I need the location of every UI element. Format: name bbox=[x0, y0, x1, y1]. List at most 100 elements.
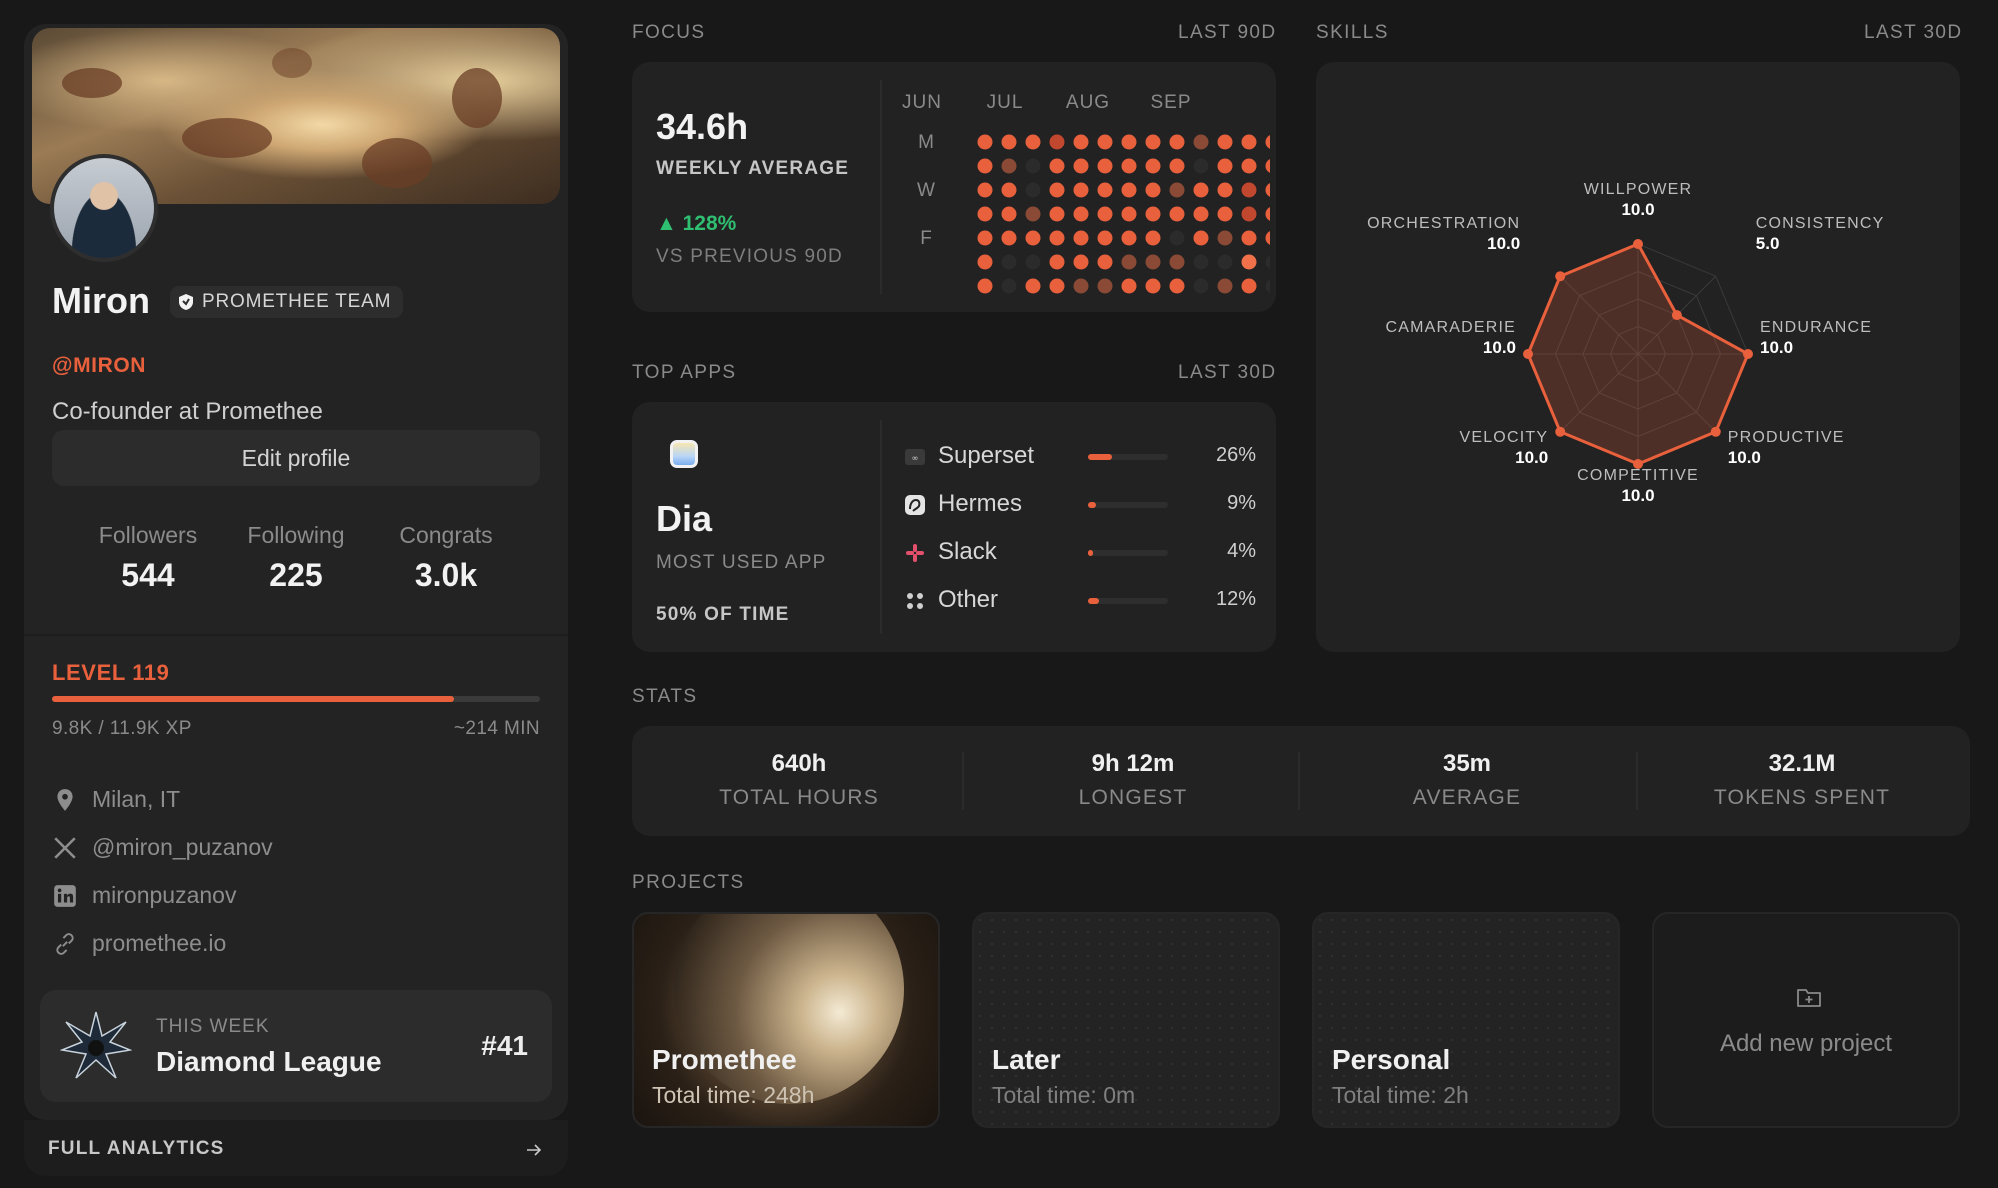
stat-value: 544 bbox=[121, 557, 175, 593]
website-link[interactable]: promethee.io bbox=[92, 930, 226, 957]
focus-range[interactable]: LAST 90D bbox=[1178, 22, 1277, 44]
skills-radar-chart: WILLPOWER 10.0 CONSISTENCY 5.0 ENDURANCE 10.0… bbox=[1367, 181, 1885, 505]
add-project-label: Add new project bbox=[1719, 1030, 1893, 1057]
xp-progress-bar bbox=[52, 696, 540, 702]
followers-stat[interactable]: Followers 544 bbox=[68, 522, 228, 594]
heatmap-month-label: JUN bbox=[902, 92, 942, 113]
heatmap-cell bbox=[977, 134, 993, 150]
heatmap-cell bbox=[1049, 278, 1065, 294]
stats-section-title: STATS bbox=[632, 686, 698, 707]
radar-axis-value: 10.0 bbox=[1483, 338, 1516, 357]
arrow-right-icon bbox=[527, 1144, 542, 1156]
app-usage-fill bbox=[1088, 550, 1093, 556]
heatmap-cell bbox=[1265, 231, 1270, 245]
skills-range[interactable]: LAST 30D bbox=[1864, 22, 1963, 44]
x-link-row[interactable]: @miron_puzanov bbox=[52, 834, 273, 861]
edit-profile-button[interactable]: Edit profile bbox=[52, 430, 540, 486]
full-analytics-link[interactable]: FULL ANALYTICS bbox=[24, 1120, 568, 1176]
project-card-promethee[interactable]: Promethee Total time: 248h bbox=[632, 912, 940, 1128]
congrats-stat[interactable]: Congrats 3.0k bbox=[366, 522, 526, 594]
app-name: Hermes bbox=[938, 490, 1023, 517]
heatmap-cell bbox=[1001, 182, 1017, 198]
skills-section-title: SKILLS bbox=[1316, 22, 1389, 43]
radar-axis-label: COMPETITIVE bbox=[1577, 467, 1699, 484]
top-apps-range[interactable]: LAST 30D bbox=[1178, 362, 1277, 384]
heatmap-cell bbox=[1241, 182, 1257, 198]
heatmap-cell bbox=[1217, 134, 1233, 150]
heatmap-cell bbox=[1265, 135, 1270, 149]
focus-panel: 34.6h WEEKLY AVERAGE ▲ 128% VS PREVIOUS … bbox=[632, 62, 1276, 312]
weekly-average-value: 34.6h bbox=[656, 106, 749, 147]
heatmap-cell bbox=[1217, 206, 1233, 222]
app-row-other[interactable]: Other 12% bbox=[904, 582, 1256, 618]
heatmap-cell bbox=[1121, 134, 1137, 150]
top-app-share: 50% OF TIME bbox=[656, 604, 790, 625]
radar-point bbox=[1633, 239, 1643, 249]
stat-label: TOTAL HOURS bbox=[719, 786, 879, 809]
shield-icon bbox=[179, 294, 193, 310]
slack-icon bbox=[906, 544, 924, 562]
top-apps-panel: Dia MOST USED APP 50% OF TIME ∞ Superset… bbox=[632, 402, 1276, 652]
hermes-icon bbox=[905, 495, 925, 515]
heatmap-cell bbox=[1193, 134, 1209, 150]
heatmap-day-label: W bbox=[917, 180, 935, 201]
heatmap-cell bbox=[1025, 182, 1041, 198]
app-row-superset[interactable]: ∞ Superset 26% bbox=[904, 438, 1256, 474]
heatmap-cell bbox=[1193, 278, 1209, 294]
heatmap-cell bbox=[1241, 134, 1257, 150]
heatmap-cell bbox=[1073, 230, 1089, 246]
app-usage-bar bbox=[1088, 502, 1168, 508]
radar-axis-value: 10.0 bbox=[1515, 448, 1548, 467]
radar-point bbox=[1523, 349, 1533, 359]
app-row-hermes[interactable]: Hermes 9% bbox=[904, 486, 1256, 522]
radar-axis-value: 10.0 bbox=[1621, 486, 1654, 505]
heatmap-cell bbox=[1265, 159, 1270, 173]
divider bbox=[24, 634, 568, 636]
profile-handle[interactable]: @MIRON bbox=[52, 354, 146, 378]
heatmap-cell bbox=[977, 230, 993, 246]
heatmap-cell bbox=[1073, 158, 1089, 174]
top-apps-section-title: TOP APPS bbox=[632, 362, 737, 383]
heatmap-cell bbox=[1073, 206, 1089, 222]
heatmap-cell bbox=[977, 278, 993, 294]
top-app-label: MOST USED APP bbox=[656, 552, 827, 573]
website-link-row[interactable]: promethee.io bbox=[52, 930, 226, 957]
radar-axis-label: VELOCITY bbox=[1459, 429, 1548, 446]
heatmap-cell bbox=[1145, 230, 1161, 246]
project-card-personal[interactable]: Personal Total time: 2h bbox=[1312, 912, 1620, 1128]
heatmap-cell bbox=[1001, 206, 1017, 222]
team-badge[interactable]: PROMETHEE TEAM bbox=[170, 286, 404, 318]
heatmap-cell bbox=[1145, 134, 1161, 150]
heatmap-cell bbox=[1145, 254, 1161, 270]
heatmap-cell bbox=[1097, 158, 1113, 174]
heatmap-cell bbox=[1169, 182, 1185, 198]
level-label: LEVEL 119 bbox=[52, 660, 170, 685]
add-project-button[interactable]: Add new project bbox=[1652, 912, 1960, 1128]
heatmap-cell bbox=[1193, 230, 1209, 246]
app-row-slack[interactable]: Slack 4% bbox=[904, 534, 1256, 570]
project-time: Total time: 0m bbox=[992, 1082, 1136, 1108]
x-handle-link[interactable]: @miron_puzanov bbox=[92, 834, 273, 861]
stats-panel: 640h TOTAL HOURS 9h 12m LONGEST 35m AVER… bbox=[632, 726, 1970, 836]
heatmap-cell bbox=[1121, 254, 1137, 270]
x-logo-icon bbox=[54, 836, 76, 859]
tokens-spent-stat: 32.1M TOKENS SPENT bbox=[1634, 726, 1970, 836]
heatmap-cell bbox=[1193, 158, 1209, 174]
radar-point bbox=[1555, 271, 1566, 282]
heatmap-cell bbox=[1145, 182, 1161, 198]
heatmap-cell bbox=[1265, 183, 1270, 197]
heatmap-cell bbox=[1121, 278, 1137, 294]
heatmap-cell bbox=[1193, 254, 1209, 270]
app-usage-bar bbox=[1088, 598, 1168, 604]
avatar[interactable] bbox=[50, 154, 158, 262]
following-stat[interactable]: Following 225 bbox=[216, 522, 376, 594]
radar-axis-label: CONSISTENCY bbox=[1756, 215, 1885, 232]
project-card-later[interactable]: Later Total time: 0m bbox=[972, 912, 1280, 1128]
radar-axis-label: WILLPOWER bbox=[1584, 181, 1693, 198]
heatmap-cell bbox=[1241, 158, 1257, 174]
league-card[interactable]: THIS WEEK Diamond League #41 bbox=[40, 990, 552, 1102]
linkedin-link-row[interactable]: mironpuzanov bbox=[52, 882, 236, 909]
heatmap-month-label: AUG bbox=[1066, 92, 1110, 113]
app-name: Slack bbox=[938, 538, 997, 565]
linkedin-link[interactable]: mironpuzanov bbox=[92, 882, 236, 909]
